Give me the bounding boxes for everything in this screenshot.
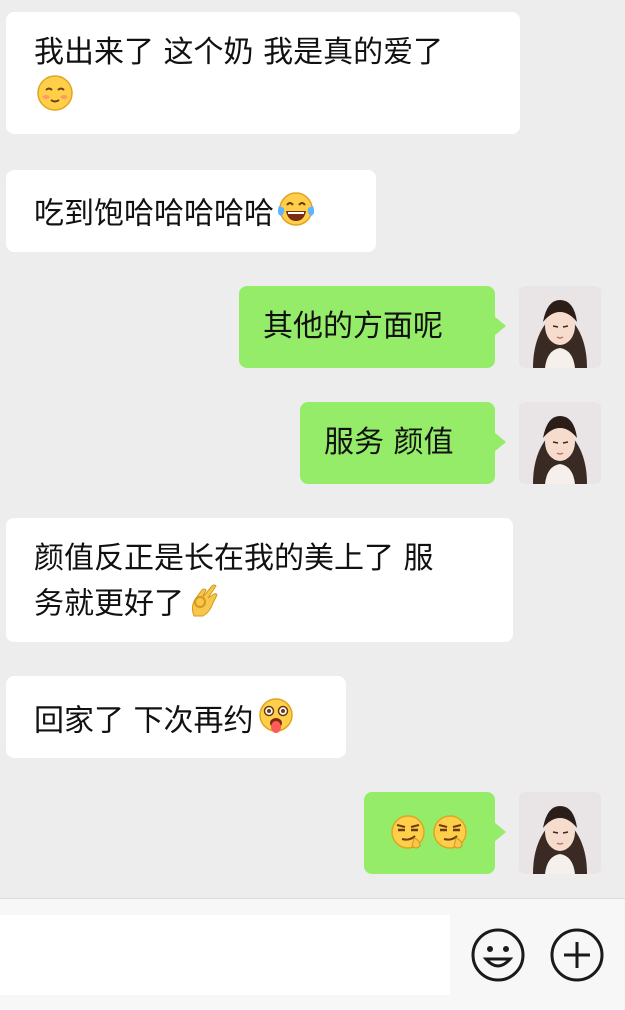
message-bubble-incoming[interactable]: 颜值反正是长在我的美上了 服 务就更好了 (6, 518, 513, 642)
input-toolbar (0, 898, 625, 1010)
message-bubble-outgoing[interactable] (364, 792, 506, 874)
avatar[interactable] (519, 792, 601, 874)
avatar[interactable] (519, 286, 601, 368)
smirk-icon (388, 812, 428, 864)
message-bubble-outgoing[interactable]: 其他的方面呢 (239, 286, 506, 368)
chat-area: 我出来了 这个奶 我是真的爱了 吃到饱哈哈哈哈哈 其他的方面呢 服务 颜值 颜值… (0, 0, 625, 898)
emoji-button[interactable] (470, 927, 526, 983)
message-text: 服务 颜值 (324, 425, 454, 460)
message-text: 回家了 下次再约 (34, 703, 254, 739)
emoji-icon (471, 928, 525, 982)
avatar-image (519, 402, 601, 484)
message-bubble-outgoing[interactable]: 服务 颜值 (300, 402, 506, 484)
message-text: 务就更好了 (34, 586, 184, 622)
tears-of-joy-icon (276, 190, 316, 240)
message-bubble-incoming[interactable]: 回家了 下次再约 (6, 676, 346, 758)
smiling-face-icon (36, 74, 74, 124)
smirk-icon (430, 812, 470, 864)
avatar[interactable] (519, 402, 601, 484)
plus-icon (550, 928, 604, 982)
message-bubble-incoming[interactable]: 吃到饱哈哈哈哈哈 (6, 170, 376, 252)
avatar-image (519, 792, 601, 874)
avatar-image (519, 286, 601, 368)
message-input[interactable] (0, 915, 450, 995)
message-bubble-incoming[interactable]: 我出来了 这个奶 我是真的爱了 (6, 12, 520, 134)
more-button[interactable] (549, 927, 605, 983)
message-text: 颜值反正是长在我的美上了 服 (34, 541, 434, 576)
tongue-out-icon (256, 696, 296, 748)
message-text: 我出来了 这个奶 我是真的爱了 (34, 35, 444, 70)
message-text: 吃到饱哈哈哈哈哈 (34, 196, 274, 232)
ok-hand-icon (186, 580, 222, 630)
message-text: 其他的方面呢 (263, 309, 443, 344)
